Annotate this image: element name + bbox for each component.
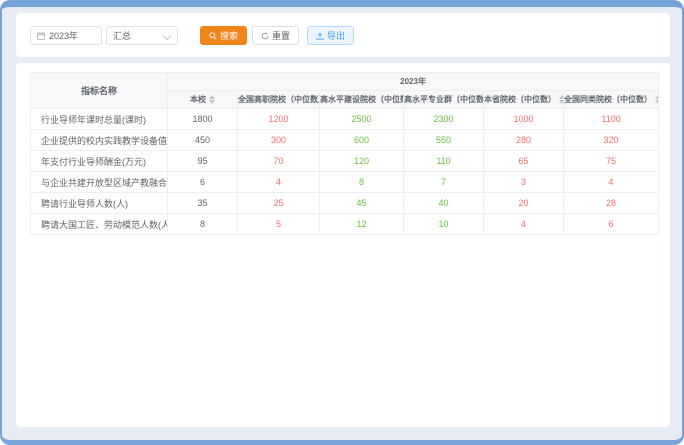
comparison-value-cell: 7 bbox=[404, 172, 484, 193]
app-window: 2023年 汇总 搜索 重置 导 bbox=[0, 0, 684, 445]
sort-caret-icon[interactable] bbox=[655, 95, 659, 104]
comparison-value-cell: 110 bbox=[404, 151, 484, 172]
comparison-value-cell: 45 bbox=[320, 193, 404, 214]
indicator-name-cell: 企业提供的校内实践教学设备值(万元) bbox=[31, 130, 168, 151]
column-header-0[interactable]: 本校 bbox=[168, 91, 238, 109]
comparison-value-cell: 75 bbox=[564, 151, 659, 172]
self-value-cell: 6 bbox=[168, 172, 238, 193]
comparison-value-cell: 4 bbox=[564, 172, 659, 193]
comparison-value-cell: 320 bbox=[564, 130, 659, 151]
search-icon bbox=[209, 32, 217, 40]
comparison-value-cell: 12 bbox=[320, 214, 404, 235]
table-row: 聘请行业导师人数(人)352545402028 bbox=[31, 193, 659, 214]
comparison-value-cell: 8 bbox=[320, 172, 404, 193]
self-value-cell: 450 bbox=[168, 130, 238, 151]
chevron-down-icon bbox=[164, 32, 171, 39]
comparison-value-cell: 1200 bbox=[238, 109, 320, 130]
column-header-2[interactable]: 高水平建设院校（中位数） bbox=[320, 91, 404, 109]
toolbar-panel: 2023年 汇总 搜索 重置 导 bbox=[16, 13, 670, 57]
comparison-value-cell: 2500 bbox=[320, 109, 404, 130]
reset-button-label: 重置 bbox=[272, 29, 290, 42]
comparison-value-cell: 5 bbox=[238, 214, 320, 235]
comparison-value-cell: 20 bbox=[484, 193, 564, 214]
indicator-name-cell: 年支付行业导师酬金(万元) bbox=[31, 151, 168, 172]
scope-select[interactable]: 汇总 bbox=[106, 26, 178, 45]
column-header-label: 全国高职院校（中位数） bbox=[238, 95, 320, 104]
comparison-value-cell: 6 bbox=[564, 214, 659, 235]
table-row: 与企业共建开放型区域产教融合实践中心(个)648734 bbox=[31, 172, 659, 193]
comparison-value-cell: 120 bbox=[320, 151, 404, 172]
comparison-value-cell: 300 bbox=[238, 130, 320, 151]
self-value-cell: 35 bbox=[168, 193, 238, 214]
year-group-header: 2023年 bbox=[168, 73, 659, 91]
column-header-label: 全国同类院校（中位数） bbox=[564, 95, 652, 104]
metrics-table: 指标名称 2023年 本校 全国高职院校（中位数）高水平建设院校（中位数）高水平专… bbox=[30, 72, 659, 235]
comparison-value-cell: 600 bbox=[320, 130, 404, 151]
indicator-name-cell: 聘请行业导师人数(人) bbox=[31, 193, 168, 214]
sort-caret-icon[interactable] bbox=[209, 95, 215, 104]
comparison-value-cell: 25 bbox=[238, 193, 320, 214]
comparison-value-cell: 4 bbox=[238, 172, 320, 193]
calendar-icon bbox=[37, 32, 45, 40]
indicator-name-cell: 聘请大国工匠、劳动模范人数(人) bbox=[31, 214, 168, 235]
comparison-value-cell: 28 bbox=[564, 193, 659, 214]
search-button-label: 搜索 bbox=[220, 29, 238, 42]
column-header-indicator-name: 指标名称 bbox=[31, 73, 168, 109]
export-button-label: 导出 bbox=[327, 29, 345, 42]
self-value-cell: 8 bbox=[168, 214, 238, 235]
comparison-value-cell: 2300 bbox=[404, 109, 484, 130]
search-button[interactable]: 搜索 bbox=[200, 26, 247, 45]
column-header-4[interactable]: 本省院校（中位数） bbox=[484, 91, 564, 109]
table-row: 行业导师年课时总量(课时)180012002500230010001100 bbox=[31, 109, 659, 130]
table-row: 聘请大国工匠、劳动模范人数(人)85121046 bbox=[31, 214, 659, 235]
comparison-value-cell: 40 bbox=[404, 193, 484, 214]
self-value-cell: 1800 bbox=[168, 109, 238, 130]
comparison-value-cell: 65 bbox=[484, 151, 564, 172]
column-header-label: 本省院校（中位数） bbox=[484, 95, 556, 104]
column-header-label: 本校 bbox=[190, 95, 206, 104]
indicator-name-cell: 行业导师年课时总量(课时) bbox=[31, 109, 168, 130]
refresh-icon bbox=[261, 32, 269, 40]
column-header-label: 高水平专业群（中位数） bbox=[404, 95, 484, 104]
self-value-cell: 95 bbox=[168, 151, 238, 172]
year-picker[interactable]: 2023年 bbox=[30, 26, 102, 45]
table-panel: 指标名称 2023年 本校 全国高职院校（中位数）高水平建设院校（中位数）高水平专… bbox=[16, 63, 670, 427]
comparison-value-cell: 3 bbox=[484, 172, 564, 193]
comparison-value-cell: 280 bbox=[484, 130, 564, 151]
reset-button[interactable]: 重置 bbox=[252, 26, 299, 45]
upload-icon bbox=[316, 32, 324, 40]
scope-select-value: 汇总 bbox=[113, 29, 131, 42]
comparison-value-cell: 4 bbox=[484, 214, 564, 235]
sort-caret-icon[interactable] bbox=[559, 95, 564, 104]
column-header-5[interactable]: 全国同类院校（中位数） bbox=[564, 91, 659, 109]
comparison-value-cell: 70 bbox=[238, 151, 320, 172]
export-button[interactable]: 导出 bbox=[307, 26, 354, 45]
indicator-name-cell: 与企业共建开放型区域产教融合实践中心(个) bbox=[31, 172, 168, 193]
column-header-3[interactable]: 高水平专业群（中位数） bbox=[404, 91, 484, 109]
table-row: 企业提供的校内实践教学设备值(万元)450300600550280320 bbox=[31, 130, 659, 151]
comparison-value-cell: 1100 bbox=[564, 109, 659, 130]
comparison-value-cell: 10 bbox=[404, 214, 484, 235]
table-row: 年支付行业导师酬金(万元)95701201106575 bbox=[31, 151, 659, 172]
comparison-value-cell: 550 bbox=[404, 130, 484, 151]
column-header-label: 高水平建设院校（中位数） bbox=[320, 95, 404, 104]
column-header-1[interactable]: 全国高职院校（中位数） bbox=[238, 91, 320, 109]
comparison-value-cell: 1000 bbox=[484, 109, 564, 130]
year-picker-value: 2023年 bbox=[49, 29, 78, 42]
